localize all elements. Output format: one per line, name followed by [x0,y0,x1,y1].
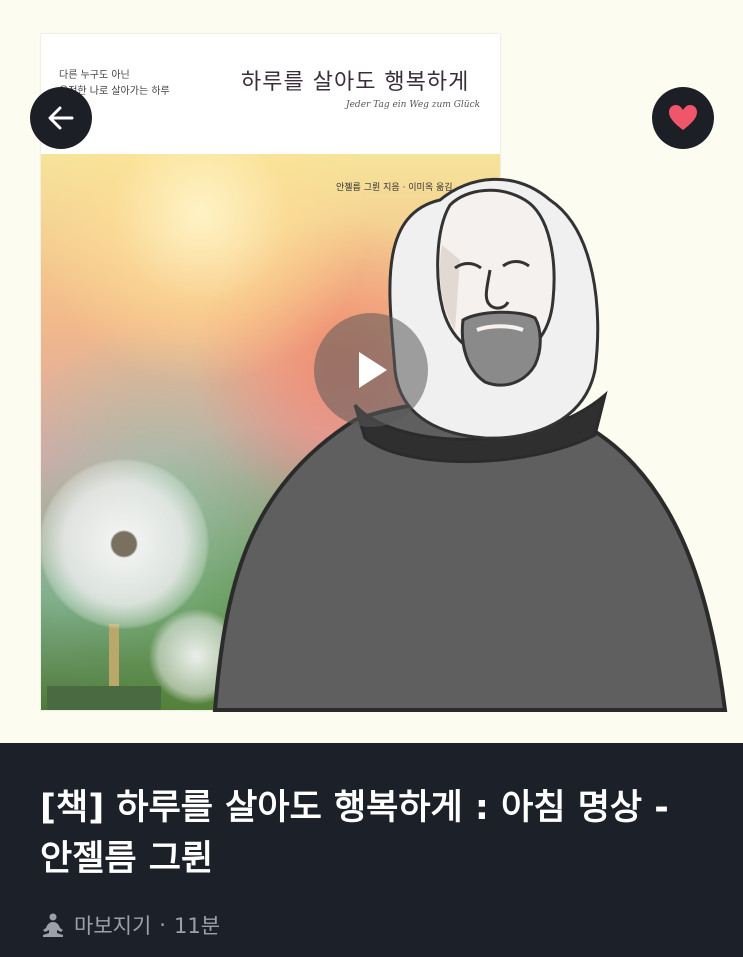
favorite-button[interactable] [652,87,714,149]
heart-icon [669,105,697,130]
hero-media: 다른 누구도 아닌 온전한 나로 살아가는 하루 하루를 살아도 행복하게 Je… [0,0,743,743]
back-button[interactable] [30,87,92,149]
meditation-person-icon [43,913,63,937]
book-cover-footer [47,686,161,710]
play-icon [359,352,387,388]
post-meta: 마보지기 · 11분 [40,910,220,940]
post-author: 마보지기 [74,914,152,938]
dandelion-image [41,459,209,629]
book-tagline-1: 다른 누구도 아닌 [59,70,130,81]
book-subtitle: Jeder Tag ein Weg zum Glück [346,100,481,110]
post-duration: 11분 [173,914,221,938]
post-info-panel: [책] 하루를 살아도 행복하게 : 아침 명상 - 안젤름 그륀 마보지기 ·… [0,743,743,957]
post-title: [책] 하루를 살아도 행복하게 : 아침 명상 - 안젤름 그륀 [40,788,669,879]
book-title: 하루를 살아도 행복하게 [241,70,470,95]
book-cover-header: 다른 누구도 아닌 온전한 나로 살아가는 하루 하루를 살아도 행복하게 Je… [41,34,500,154]
play-button[interactable] [314,313,428,427]
arrow-left-icon [48,106,74,130]
author-illustration [212,177,728,712]
meta-separator: · [159,913,166,937]
